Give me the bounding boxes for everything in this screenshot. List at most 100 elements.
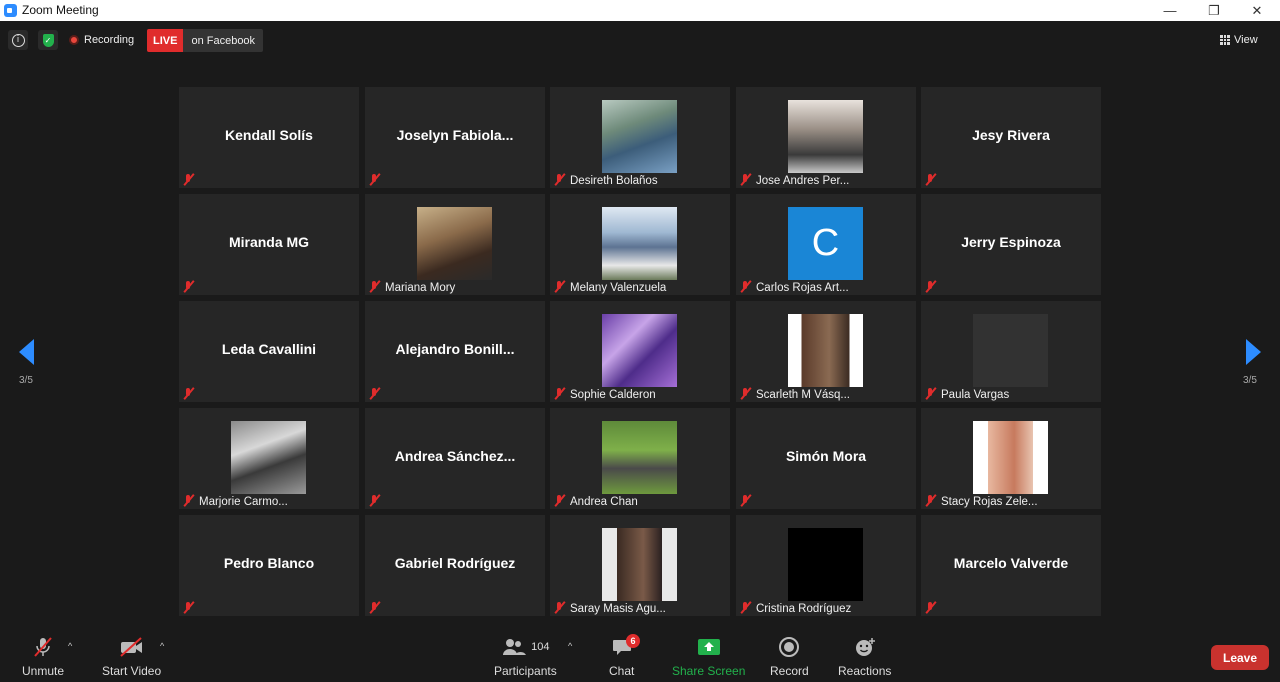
participant-tile[interactable]: Desireth Bolaños: [550, 87, 730, 188]
mic-muted-icon: [182, 494, 195, 507]
participant-name: Alejandro Bonill...: [395, 341, 515, 357]
participant-tile[interactable]: Mariana Mory: [365, 194, 545, 295]
video-placeholder: [973, 314, 1048, 387]
minimize-button[interactable]: —: [1150, 0, 1190, 21]
participant-photo: [602, 100, 677, 173]
participant-photo: [602, 421, 677, 494]
participant-label: Scarleth M Vásq...: [756, 389, 850, 401]
participants-label: Participants: [494, 664, 557, 678]
restore-button[interactable]: ❐: [1194, 0, 1234, 21]
mic-muted-icon: [182, 280, 195, 293]
participant-tile[interactable]: Stacy Rojas Zele...: [921, 408, 1101, 509]
mic-muted-icon: [368, 280, 381, 293]
participant-label: Mariana Mory: [385, 282, 456, 294]
participant-name: Gabriel Rodríguez: [394, 555, 516, 571]
previous-page-arrow-icon[interactable]: [19, 339, 34, 365]
participant-label: Jose Andres Per...: [756, 175, 850, 187]
participant-tile[interactable]: Saray Masis Agu...: [550, 515, 730, 616]
meeting-info-button[interactable]: i: [8, 30, 28, 50]
participant-tile[interactable]: Joselyn Fabiola...: [365, 87, 545, 188]
meeting-topbar: i ✓ Recording LIVE on Facebook View: [0, 21, 1280, 61]
participant-tile[interactable]: Andrea Sánchez...: [365, 408, 545, 509]
participant-label: Carlos Rojas Art...: [756, 282, 849, 294]
participant-tile[interactable]: Cristina Rodríguez: [736, 515, 916, 616]
view-button[interactable]: View: [1220, 30, 1258, 50]
participant-name: Simón Mora: [785, 448, 867, 464]
participant-tile[interactable]: Scarleth M Vásq...: [736, 301, 916, 402]
record-button[interactable]: Record: [770, 636, 809, 678]
avatar: C: [788, 207, 863, 280]
mic-muted-icon: [182, 387, 195, 400]
participant-label: Saray Masis Agu...: [570, 603, 666, 615]
live-stream-indicator[interactable]: LIVE on Facebook: [147, 29, 264, 52]
reactions-button[interactable]: Reactions: [838, 636, 891, 678]
participant-tile[interactable]: C Carlos Rojas Art...: [736, 194, 916, 295]
participant-tile[interactable]: Paula Vargas: [921, 301, 1101, 402]
mic-muted-icon: [553, 387, 566, 400]
view-label: View: [1234, 34, 1258, 46]
participant-tile[interactable]: Melany Valenzuela: [550, 194, 730, 295]
mic-muted-icon: [739, 280, 752, 293]
participant-tile[interactable]: Jerry Espinoza: [921, 194, 1101, 295]
page-indicator-right: 3/5: [1243, 375, 1257, 386]
participant-name: Pedro Blanco: [223, 555, 315, 571]
participant-tile[interactable]: Kendall Solís: [179, 87, 359, 188]
participant-tile[interactable]: Simón Mora: [736, 408, 916, 509]
next-page-arrow-icon[interactable]: [1246, 339, 1261, 365]
participant-tile[interactable]: Sophie Calderon: [550, 301, 730, 402]
participant-photo: [231, 421, 306, 494]
participant-tile[interactable]: Miranda MG: [179, 194, 359, 295]
participant-tile[interactable]: Gabriel Rodríguez: [365, 515, 545, 616]
participants-button[interactable]: 104 Participants: [494, 636, 557, 678]
mic-muted-icon: [368, 601, 381, 614]
participant-name: Andrea Sánchez...: [394, 448, 516, 464]
mic-muted-icon: [368, 494, 381, 507]
participant-label: Marjorie Carmo...: [199, 496, 288, 508]
participant-tile[interactable]: Jesy Rivera: [921, 87, 1101, 188]
encryption-button[interactable]: ✓: [38, 30, 58, 50]
video-options-caret[interactable]: ^: [160, 641, 164, 651]
participant-tile[interactable]: Marcelo Valverde: [921, 515, 1101, 616]
close-button[interactable]: ✕: [1237, 0, 1277, 21]
mic-muted-icon: [924, 387, 937, 400]
participant-photo: [417, 207, 492, 280]
participant-photo: [788, 100, 863, 173]
zoom-logo-icon: [4, 4, 17, 17]
participant-name: Jerry Espinoza: [961, 234, 1061, 250]
recording-indicator[interactable]: Recording: [69, 30, 134, 50]
start-video-button[interactable]: Start Video: [102, 636, 161, 678]
unmute-button[interactable]: Unmute: [22, 636, 64, 678]
mic-muted-icon: [924, 280, 937, 293]
leave-button[interactable]: Leave: [1211, 645, 1269, 670]
participant-tile[interactable]: Leda Cavallini: [179, 301, 359, 402]
participant-tile[interactable]: Pedro Blanco: [179, 515, 359, 616]
participant-photo: [973, 421, 1048, 494]
participant-label: Desireth Bolaños: [570, 175, 658, 187]
participant-photo: [602, 207, 677, 280]
info-icon: i: [11, 33, 25, 47]
participant-tile[interactable]: Alejandro Bonill...: [365, 301, 545, 402]
unmute-label: Unmute: [22, 664, 65, 678]
mic-muted-icon: [182, 601, 195, 614]
participants-icon: 104: [501, 636, 550, 658]
participant-tile[interactable]: Marjorie Carmo...: [179, 408, 359, 509]
share-screen-label: Share Screen: [672, 664, 746, 678]
mic-muted-icon: [182, 173, 195, 186]
live-destination: on Facebook: [183, 29, 264, 52]
participant-name: Joselyn Fabiola...: [396, 127, 514, 143]
mic-muted-icon: [739, 387, 752, 400]
chat-label: Chat: [609, 664, 635, 678]
share-screen-button[interactable]: Share Screen: [672, 636, 745, 678]
participant-name: Leda Cavallini: [221, 341, 317, 357]
mic-muted-icon: [553, 280, 566, 293]
mic-muted-icon: [32, 636, 54, 658]
participant-label: Sophie Calderon: [570, 389, 656, 401]
participant-label: Paula Vargas: [941, 389, 1010, 401]
audio-options-caret[interactable]: ^: [68, 641, 72, 651]
participant-tile[interactable]: Jose Andres Per...: [736, 87, 916, 188]
participant-tile[interactable]: Andrea Chan: [550, 408, 730, 509]
participants-count: 104: [531, 641, 550, 653]
record-icon: [778, 636, 800, 658]
chat-unread-badge: 6: [626, 634, 640, 648]
participants-options-caret[interactable]: ^: [568, 641, 572, 651]
